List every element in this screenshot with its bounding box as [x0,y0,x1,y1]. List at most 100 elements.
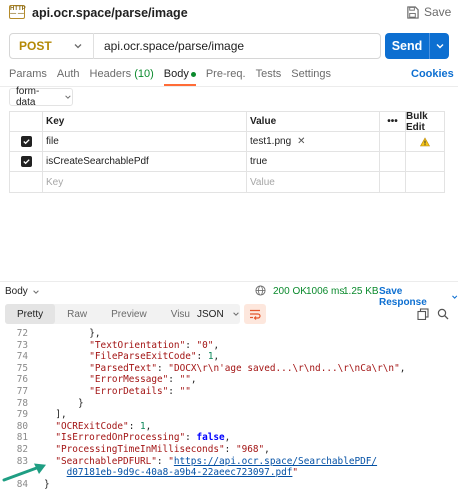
table-header: Key Value ••• Bulk Edit [10,111,444,133]
copy-icon[interactable] [417,308,429,320]
wrap-lines-icon [250,309,261,320]
row-spacer [380,172,406,192]
response-section-label: Body [5,286,28,297]
url-input[interactable]: api.ocr.space/parse/image [104,39,244,53]
url-bar: POST api.ocr.space/parse/image [9,33,381,59]
tab-settings[interactable]: Settings [291,68,331,84]
code-line: 75 "ParsedText": "DOCX\r\n'age saved...\r… [0,363,458,375]
code-token: "" [179,374,191,386]
search-icon[interactable] [437,308,449,320]
row-key[interactable]: file [43,132,247,151]
bulk-edit-button[interactable]: Bulk Edit [406,111,444,133]
row-spacer [406,152,444,171]
code-token: "TextOrientation" [89,339,186,351]
check-icon [22,139,30,145]
line-number: 74 [16,351,28,363]
response-size[interactable]: 1.25 KB [343,286,379,297]
code-line: 82 "ProcessingTimeInMilliseconds": "968", [0,444,458,456]
cookies-link[interactable]: Cookies [411,68,454,80]
more-options-icon[interactable]: ••• [380,112,406,131]
code-token: , [190,374,197,386]
column-value: Value [247,112,380,131]
code-token: }, [89,328,101,339]
warning-cell [406,132,444,151]
format-select[interactable]: JSON [190,304,240,324]
code-token: "SearchablePDFURL" [55,455,157,467]
code-token: : [185,432,197,444]
url-link[interactable]: d07181eb-9d9c-40a8-a9b4-22aeec723097.pdf [67,467,293,478]
warning-icon[interactable] [420,136,430,147]
row-checkbox[interactable] [20,136,32,147]
code-text: d07181eb-9d9c-40a8-a9b4-22aeec723097.pdf… [67,467,298,479]
http-request-icon: HTTP — — [9,5,26,19]
tab-auth[interactable]: Auth [57,68,80,84]
chevron-down-icon[interactable] [73,41,83,51]
tab-headers[interactable]: Headers (10) [90,68,154,84]
body-type-select[interactable]: form-data [9,86,73,108]
tab-prerequest[interactable]: Pre-req. [206,68,246,84]
code-token: " [292,467,299,479]
row-value[interactable]: true [247,152,380,171]
tab-pretty[interactable]: Pretty [5,304,56,324]
code-text: } [78,398,84,410]
tab-tests[interactable]: Tests [256,68,282,84]
code-token: : [185,339,197,351]
code-line: 78} [0,398,458,410]
send-button[interactable]: Send [385,33,449,59]
tab-params[interactable]: Params [9,68,47,84]
code-token: "" [179,385,191,397]
request-title[interactable]: api.ocr.space/parse/image [32,6,188,20]
row-key[interactable]: isCreateSearchablePdf [43,152,247,171]
row-checkbox[interactable] [20,156,32,167]
save-button[interactable]: Save [406,5,451,19]
code-token: "OCRExitCode" [55,420,129,432]
code-token: , [145,420,152,432]
code-text: "IsErroredOnProcessing": false, [55,432,230,444]
globe-icon[interactable] [255,285,266,296]
line-number: 75 [16,362,28,374]
wrap-lines-button[interactable] [244,304,266,324]
row-spacer [380,132,406,151]
tab-preview[interactable]: Preview [99,304,159,324]
code-line: 80 "OCRExitCode": 1, [0,421,458,433]
code-token: : [168,385,180,397]
code-token: : [157,362,169,374]
code-text: ], [55,409,66,421]
header-checkbox-cell [10,112,43,131]
empty-cell [10,172,43,192]
body-type-value: form-data [16,86,40,108]
check-icon [22,159,30,165]
tab-body-label: Body [163,68,189,80]
new-key-input[interactable]: Key [43,172,247,192]
format-value: JSON [197,308,224,320]
response-time[interactable]: 1006 ms [306,286,344,297]
code-token: , [264,443,270,455]
chevron-down-icon[interactable] [435,41,445,51]
code-text: "ParsedText": "DOCX\r\n'age saved...\r\n… [89,363,405,375]
url-link[interactable]: https://api.ocr.space/SearchablePDF/ [174,456,377,467]
close-icon[interactable]: ✕ [297,136,305,147]
status-code[interactable]: 200 OK [273,286,307,297]
code-text: "ProcessingTimeInMilliseconds": "968", [55,444,270,456]
response-section-select[interactable]: Body [5,286,40,297]
code-line: d07181eb-9d9c-40a8-a9b4-22aeec723097.pdf… [0,467,458,479]
code-text: }, [89,328,100,340]
response-code-view[interactable]: 72}, 73 "TextOrientation": "0", 74 "FilePars… [0,328,458,490]
code-token: } [77,397,84,409]
send-label: Send [391,39,423,53]
tab-raw[interactable]: Raw [55,304,99,324]
code-text: "SearchablePDFURL": "https://api.ocr.spa… [55,456,377,468]
code-token: "968" [235,443,265,455]
line-number: 82 [16,443,28,455]
code-token: "ProcessingTimeInMilliseconds" [55,443,225,455]
method-select[interactable]: POST [19,39,69,53]
code-line: 77 "ErrorDetails": "" [0,386,458,398]
line-number: 81 [16,432,28,444]
column-key: Key [43,112,247,131]
chevron-down-icon [65,95,71,99]
table-row-new: Key Value [10,172,444,192]
new-value-input[interactable]: Value [247,172,380,192]
line-number: 73 [16,339,28,351]
tab-body[interactable]: Body [163,68,196,86]
row-value[interactable]: test1.png ✕ [247,132,380,151]
